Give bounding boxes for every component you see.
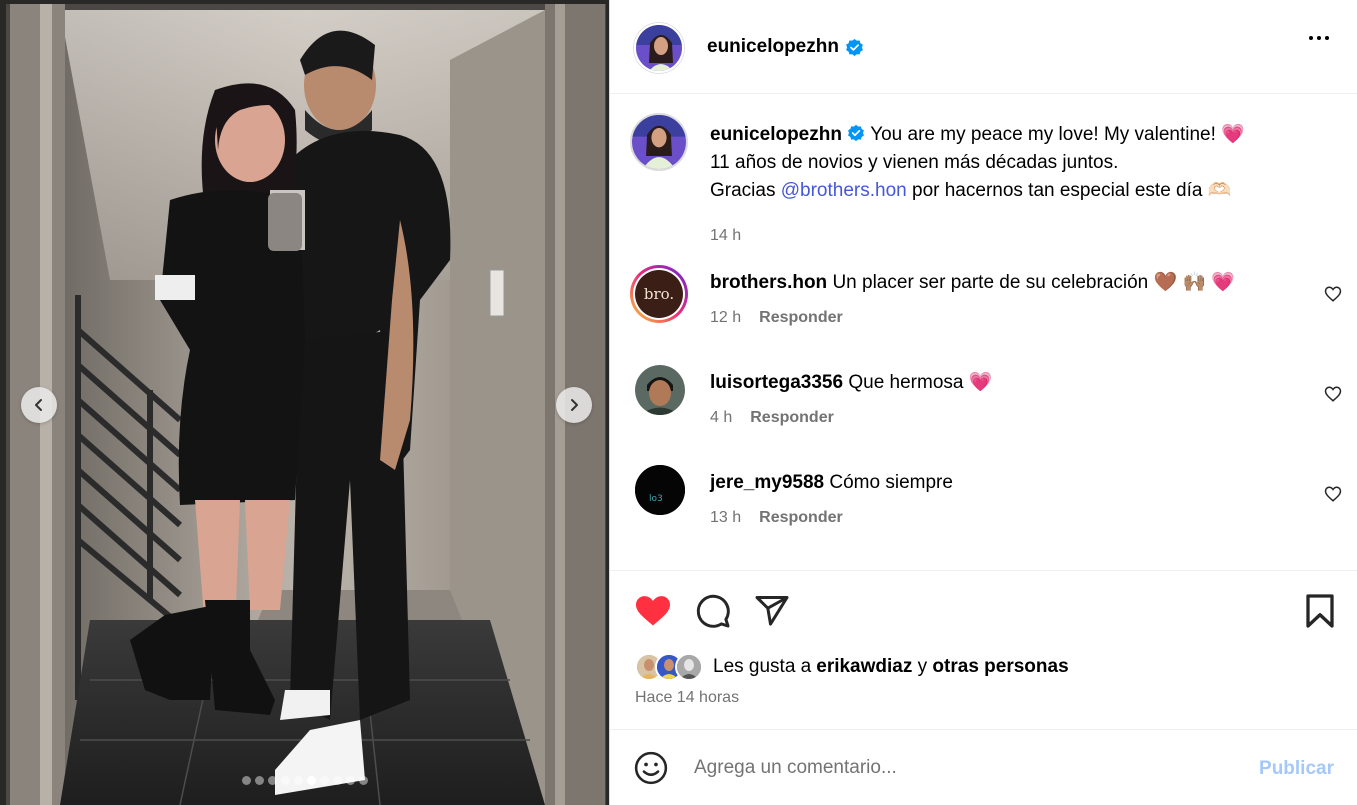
likes-middle: y xyxy=(912,656,933,677)
likes-others-link[interactable]: otras personas xyxy=(932,656,1068,678)
post-header: eunicelopezhn xyxy=(610,0,1357,94)
comment-username[interactable]: jere_my9588 xyxy=(710,472,824,493)
comment-item: luisortega3356 Que hermosa 💗 4 h Respond… xyxy=(630,365,1342,445)
heart-outline-icon[interactable] xyxy=(1324,285,1342,303)
comments-list[interactable]: eunicelopezhn You are my peace my love! … xyxy=(610,95,1357,570)
carousel-dot xyxy=(345,776,355,785)
comment-meta: 13 h Responder xyxy=(710,509,843,527)
author-username[interactable]: eunicelopezhn xyxy=(707,36,864,58)
carousel-dot xyxy=(293,776,303,785)
comment-text: jere_my9588 Cómo siempre xyxy=(710,469,953,497)
heart-outline-icon[interactable] xyxy=(1324,385,1342,403)
caption-mention-link[interactable]: @brothers.hon xyxy=(781,180,907,201)
commenter-avatar[interactable] xyxy=(635,365,685,415)
caption-timestamp[interactable]: 14 h xyxy=(710,227,741,245)
svg-text:lo3: lo3 xyxy=(649,494,663,504)
comment-input[interactable] xyxy=(694,753,1214,783)
caption-line-2: 11 años de novios y vienen más décadas j… xyxy=(710,152,1119,173)
comment-meta: 12 h Responder xyxy=(710,309,843,327)
carousel-prev-button[interactable] xyxy=(21,387,57,423)
comment-body: Que hermosa 💗 xyxy=(848,372,993,393)
carousel-dot xyxy=(306,776,316,785)
comment-timestamp[interactable]: 4 h xyxy=(710,409,732,427)
carousel-indicator xyxy=(0,776,609,785)
more-options-button[interactable] xyxy=(1309,36,1329,40)
likes-summary: Les gusta a erikawdiaz y otras personas xyxy=(635,653,1069,681)
more-options-icon xyxy=(1309,36,1313,40)
carousel-dot xyxy=(319,776,329,785)
caption-username[interactable]: eunicelopezhn xyxy=(710,124,842,145)
comment-timestamp[interactable]: 13 h xyxy=(710,509,741,527)
reply-button[interactable]: Responder xyxy=(759,509,843,527)
reply-button[interactable]: Responder xyxy=(759,309,843,327)
post-photo-carousel[interactable] xyxy=(0,0,609,805)
author-avatar[interactable] xyxy=(634,23,684,73)
chevron-left-icon xyxy=(35,399,42,411)
post-details-panel: eunicelopezhn eunicelopezhn You are my p… xyxy=(609,0,1357,805)
comment-username[interactable]: luisortega3356 xyxy=(710,372,843,393)
comment-meta: 4 h Responder xyxy=(710,409,834,427)
commenter-avatar[interactable]: bro. xyxy=(630,265,688,323)
add-comment-form: Publicar xyxy=(610,731,1357,805)
carousel-dot xyxy=(358,776,368,785)
heart-filled-icon[interactable] xyxy=(634,593,672,627)
comment-icon[interactable] xyxy=(695,593,731,629)
comment-timestamp[interactable]: 12 h xyxy=(710,309,741,327)
author-username-text: eunicelopezhn xyxy=(707,36,839,57)
liker-avatars xyxy=(635,653,703,681)
comment-text: luisortega3356 Que hermosa 💗 xyxy=(710,369,992,397)
carousel-dot xyxy=(332,776,342,785)
caption-author-avatar[interactable] xyxy=(630,113,688,171)
verified-badge-icon xyxy=(846,38,863,56)
comment-body: Un placer ser parte de su celebración 🤎 … xyxy=(832,272,1236,293)
caption-line-1: You are my peace my love! My valentine! … xyxy=(870,124,1245,145)
commenter-avatar[interactable]: lo3 xyxy=(635,465,685,515)
comment-username[interactable]: brothers.hon xyxy=(710,272,827,293)
share-icon[interactable] xyxy=(754,593,790,629)
verified-badge-icon xyxy=(848,124,865,142)
carousel-next-button[interactable] xyxy=(556,387,592,423)
liker-avatar[interactable] xyxy=(675,653,703,681)
likes-user-link[interactable]: erikawdiaz xyxy=(816,656,912,678)
post-time-ago[interactable]: Hace 14 horas xyxy=(635,689,739,707)
emoji-smiley-icon[interactable] xyxy=(634,751,668,785)
bookmark-icon[interactable] xyxy=(1304,593,1336,629)
carousel-dot xyxy=(280,776,290,785)
caption-line-3-end: por hacernos tan especial este día 🫶🏻 xyxy=(906,180,1232,201)
carousel-dot xyxy=(254,776,264,785)
comment-body: Cómo siempre xyxy=(829,472,953,493)
carousel-dot xyxy=(267,776,277,785)
likes-prefix: Les gusta a xyxy=(713,656,812,677)
commenter-avatar-logo: bro. xyxy=(635,270,683,318)
caption-line-3-start: Gracias xyxy=(710,180,781,201)
chevron-right-icon xyxy=(571,399,578,411)
post-photo xyxy=(0,0,609,805)
heart-outline-icon[interactable] xyxy=(1324,485,1342,503)
reply-button[interactable]: Responder xyxy=(750,409,834,427)
comment-item: bro. brothers.hon Un placer ser parte de… xyxy=(630,265,1342,345)
carousel-dot xyxy=(241,776,251,785)
caption-text: eunicelopezhn You are my peace my love! … xyxy=(710,121,1320,205)
post-actions: Les gusta a erikawdiaz y otras personas … xyxy=(610,570,1357,730)
comment-item: lo3 jere_my9588 Cómo siempre 13 h Respon… xyxy=(630,465,1342,545)
publish-button[interactable]: Publicar xyxy=(1259,758,1334,780)
comment-text: brothers.hon Un placer ser parte de su c… xyxy=(710,269,1235,297)
